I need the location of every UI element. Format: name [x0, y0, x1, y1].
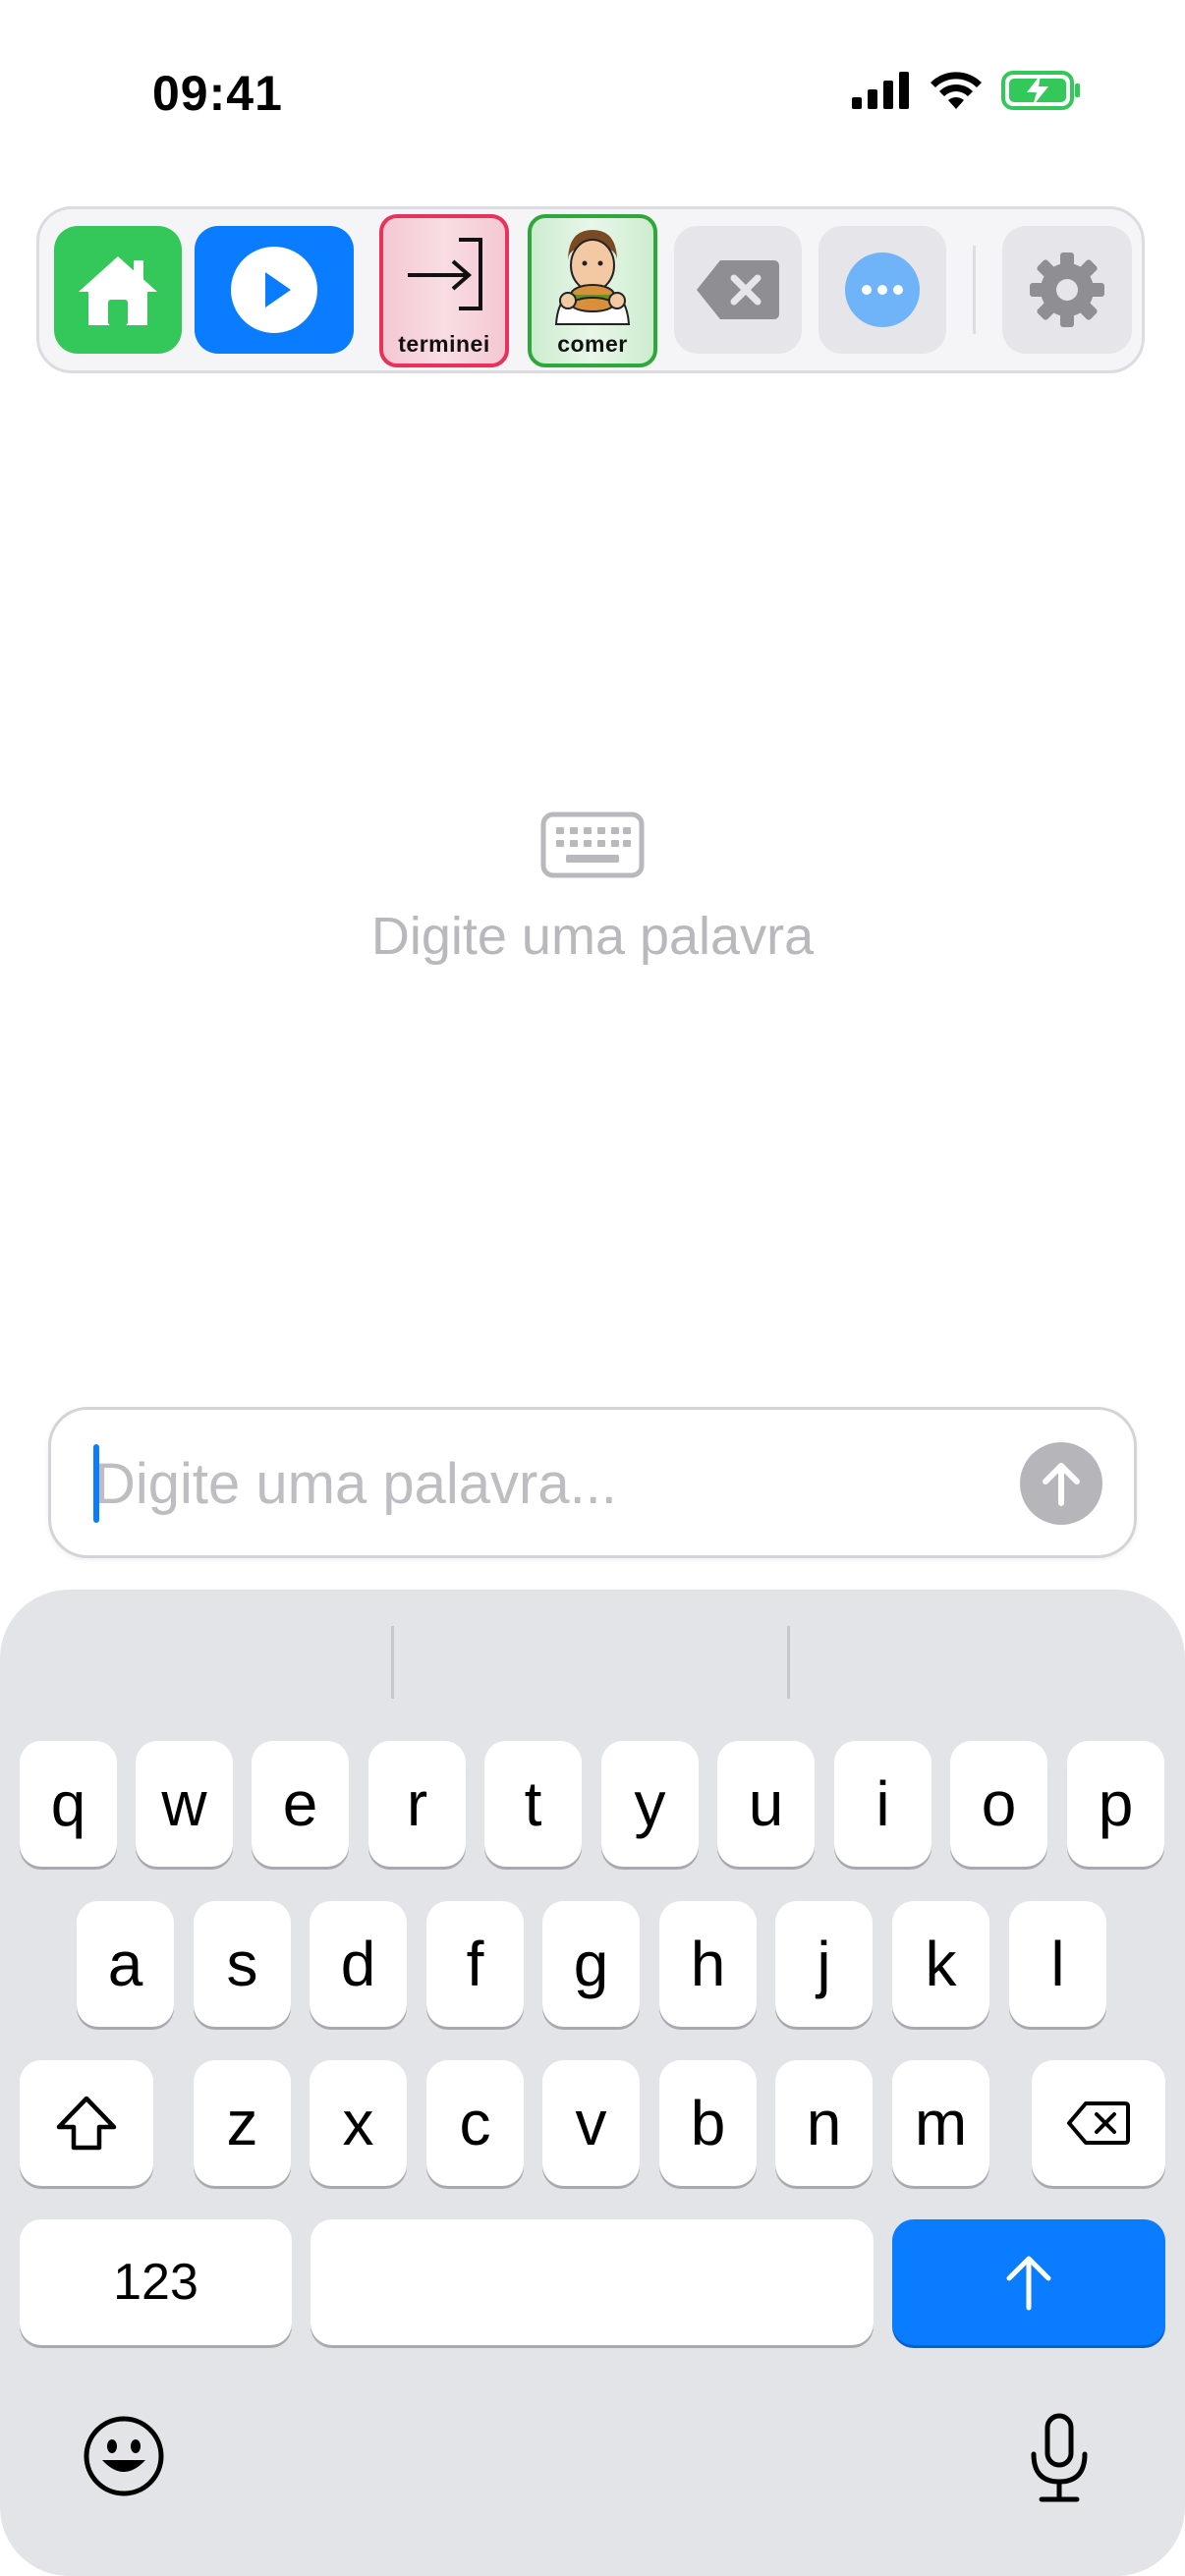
- word-input[interactable]: [94, 1425, 979, 1542]
- toolbar-divider: [973, 246, 976, 334]
- key-e[interactable]: e: [252, 1741, 349, 1867]
- cellular-signal-icon: [852, 72, 909, 109]
- house-icon: [79, 256, 157, 325]
- more-button[interactable]: [818, 226, 946, 354]
- key-o[interactable]: o: [950, 1741, 1047, 1867]
- keyboard-backspace-key[interactable]: [1032, 2060, 1165, 2186]
- key-l[interactable]: l: [1009, 1901, 1106, 2027]
- key-n[interactable]: n: [775, 2060, 873, 2186]
- status-icons: [852, 71, 1082, 110]
- arrow-into-bracket-pictogram: [408, 238, 482, 310]
- keyboard-icon: [540, 812, 645, 883]
- key-c[interactable]: c: [426, 2060, 524, 2186]
- shift-key[interactable]: [20, 2060, 153, 2186]
- play-button[interactable]: [195, 226, 354, 354]
- key-a[interactable]: a: [77, 1901, 174, 2027]
- text-cursor: [93, 1444, 99, 1523]
- key-h[interactable]: h: [659, 1901, 757, 2027]
- card-label: terminei: [398, 331, 490, 357]
- key-v[interactable]: v: [542, 2060, 640, 2186]
- battery-charging-icon: [1001, 71, 1080, 110]
- symbol-card-comer[interactable]: comer: [528, 214, 657, 367]
- keyboard-row-1: q w e r t y u i o p: [0, 1741, 1185, 1869]
- microphone-icon: [1031, 2413, 1088, 2502]
- key-m[interactable]: m: [892, 2060, 989, 2186]
- submit-word-button[interactable]: [1020, 1442, 1102, 1525]
- emoji-button[interactable]: [83, 2415, 165, 2502]
- key-g[interactable]: g: [542, 1901, 640, 2027]
- key-q[interactable]: q: [20, 1741, 117, 1867]
- backspace-icon: [697, 260, 779, 319]
- space-key[interactable]: [310, 2219, 874, 2345]
- arrow-up-icon: [1043, 1463, 1080, 1506]
- suggestion-divider: [787, 1626, 790, 1699]
- key-s[interactable]: s: [194, 1901, 291, 2027]
- key-w[interactable]: w: [136, 1741, 233, 1867]
- keyboard-row-2: a s d f g h j k l: [0, 1901, 1185, 2029]
- status-time: 09:41: [152, 66, 283, 121]
- key-x[interactable]: x: [310, 2060, 407, 2186]
- key-k[interactable]: k: [892, 1901, 989, 2027]
- key-t[interactable]: t: [484, 1741, 582, 1867]
- settings-button[interactable]: [1002, 226, 1132, 354]
- wifi-icon: [931, 72, 982, 109]
- card-label: comer: [557, 331, 628, 357]
- person-eating-pictogram: [554, 230, 631, 325]
- key-y[interactable]: y: [601, 1741, 699, 1867]
- key-i[interactable]: i: [834, 1741, 931, 1867]
- key-u[interactable]: u: [717, 1741, 815, 1867]
- suggestion-divider: [391, 1626, 394, 1699]
- emoji-icon: [84, 2416, 164, 2496]
- ellipsis-icon: [845, 252, 920, 327]
- delete-button[interactable]: [674, 226, 802, 354]
- symbol-card-terminei[interactable]: terminei: [379, 214, 509, 367]
- return-key[interactable]: [892, 2219, 1165, 2345]
- numbers-key[interactable]: 123: [20, 2219, 292, 2345]
- shift-icon: [56, 2096, 117, 2151]
- key-p[interactable]: p: [1067, 1741, 1164, 1867]
- home-button[interactable]: [54, 226, 182, 354]
- keyboard-row-4: 123: [0, 2219, 1185, 2347]
- dictation-button[interactable]: [1028, 2413, 1091, 2508]
- key-r[interactable]: r: [368, 1741, 466, 1867]
- empty-state-text: Digite uma palavra: [370, 907, 815, 966]
- play-icon: [231, 247, 317, 333]
- gear-icon: [1030, 252, 1104, 327]
- key-z[interactable]: z: [194, 2060, 291, 2186]
- key-j[interactable]: j: [775, 1901, 873, 2027]
- backspace-icon: [1067, 2101, 1130, 2145]
- key-b[interactable]: b: [659, 2060, 757, 2186]
- keyboard-row-3: z x c v b n m: [0, 2060, 1185, 2188]
- key-f[interactable]: f: [426, 1901, 524, 2027]
- key-d[interactable]: d: [310, 1901, 407, 2027]
- arrow-up-icon: [1006, 2256, 1051, 2311]
